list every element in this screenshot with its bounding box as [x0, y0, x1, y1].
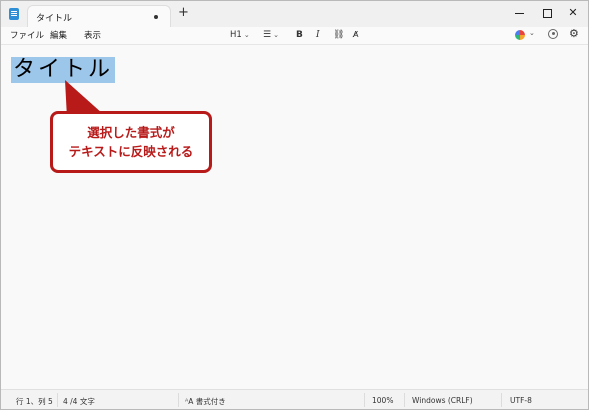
- cursor-position: 行 1、列 5: [16, 397, 53, 406]
- callout-pointer: [65, 80, 103, 118]
- callout-line-1: 選択した書式が: [87, 125, 175, 140]
- divider: [57, 393, 58, 407]
- divider: [178, 393, 179, 407]
- line-ending[interactable]: Windows (CRLF): [412, 396, 473, 405]
- divider: [501, 393, 502, 407]
- format-mode[interactable]: ᴬA 書式付き: [185, 396, 226, 407]
- format-icon: ᴬA: [185, 397, 194, 406]
- notepad-window: タイトル + ✕ ファイル 編集 表示 H1 ⌄ ☰ ⌄ B I ⛓ A̸ ⌄ ⚙ …: [0, 0, 589, 410]
- divider: [364, 393, 365, 407]
- character-count: 4 /4 文字: [63, 397, 95, 406]
- divider: [404, 393, 405, 407]
- encoding[interactable]: UTF-8: [510, 396, 532, 405]
- zoom-level[interactable]: 100%: [372, 396, 393, 405]
- callout-box: 選択した書式が テキストに反映される: [50, 111, 212, 173]
- format-mode-label: 書式付き: [195, 397, 226, 406]
- status-bar: 行 1、列 5 4 /4 文字 ᴬA 書式付き 100% Windows (CR…: [1, 389, 588, 409]
- callout-line-2: テキストに反映される: [68, 144, 194, 159]
